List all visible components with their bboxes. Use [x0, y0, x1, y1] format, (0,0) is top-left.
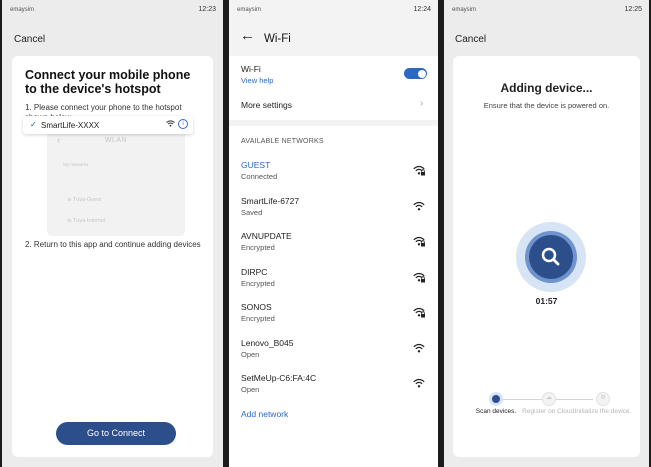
wifi-icon — [413, 201, 426, 214]
network-status: Encrypted — [241, 314, 275, 323]
power-hint: Ensure that the device is powered on. — [483, 101, 610, 110]
network-name: AVNUPDATE — [241, 231, 292, 241]
step-init-label: Initialize the device. — [574, 408, 632, 415]
network-status: Open — [241, 349, 260, 359]
wifi-lock-icon — [413, 236, 426, 249]
page-title: Adding device... — [500, 81, 593, 95]
wifi-icon — [413, 378, 426, 391]
network-status: Open — [241, 385, 260, 394]
wifi-settings-screen: emaysim 12:24 ← Wi-Fi Wi-Fi View help Mo… — [229, 0, 438, 467]
search-icon — [541, 247, 560, 266]
step-scan-label: Scan devices. — [475, 408, 517, 415]
wifi-settings-card: Wi-Fi View help More settings › — [229, 56, 438, 120]
cancel-button[interactable]: Cancel — [455, 34, 486, 45]
cancel-button[interactable]: Cancel — [14, 34, 45, 45]
step-scan-indicator — [489, 392, 503, 406]
wifi-toggle-label: Wi-Fi — [241, 64, 261, 74]
network-status: Connected — [241, 172, 278, 181]
status-bar: emaysim 12:23 — [2, 0, 223, 18]
wifi-lock-icon — [413, 307, 426, 320]
other-network-name: Tuya-Guest — [73, 197, 102, 203]
carrier-label: emaysim — [10, 7, 35, 13]
page-title: Wi-Fi — [264, 33, 291, 45]
network-list: AVAILABLE NETWORKS Add network GUEST Conn… — [229, 126, 438, 467]
step-cloud-indicator: ☁ — [542, 392, 556, 406]
gear-icon: ⚙ — [600, 395, 606, 401]
carrier-label: emaysim — [452, 7, 477, 13]
adding-device-screen: emaysim 12:25 Cancel Adding device... En… — [444, 0, 649, 467]
carrier-label: emaysim — [237, 7, 262, 13]
wifi-icon — [413, 343, 426, 356]
wlan-illustration: ‹ WLAN My networks ≋ Tuya-Guest ≋ Tuya-I… — [47, 129, 185, 236]
wlan-header: WLAN — [104, 137, 128, 144]
network-status: Encrypted — [241, 278, 275, 288]
more-settings-item[interactable]: More settings — [241, 100, 292, 110]
wifi-lock-icon — [413, 272, 426, 285]
network-name: DIRPC — [241, 266, 268, 277]
adding-device-card: Adding device... Ensure that the device … — [453, 56, 640, 457]
wifi-icon — [166, 120, 175, 129]
step-init-indicator: ⚙ — [596, 392, 610, 406]
my-networks-label: My networks — [63, 162, 89, 167]
available-networks-header: AVAILABLE NETWORKS — [241, 138, 324, 145]
network-name: SetMeUp-C6:FA:4C — [241, 373, 317, 383]
info-icon: i — [178, 119, 188, 129]
selected-ssid: SmartLife-XXXX — [41, 121, 100, 130]
chevron-right-icon: › — [420, 98, 424, 109]
wifi-toggle[interactable] — [404, 68, 427, 79]
network-name: GUEST — [241, 160, 271, 170]
countdown-timer: 01:57 — [535, 296, 558, 306]
back-arrow-icon[interactable]: ← — [240, 27, 255, 44]
go-to-connect-button[interactable]: Go to Connect — [56, 422, 176, 445]
network-name: Lenovo_B045 — [241, 337, 294, 348]
wifi-lock-icon — [413, 165, 426, 178]
selected-network-row: ✓ SmartLife-XXXX i — [23, 116, 193, 134]
network-name: SONOS — [241, 302, 272, 312]
other-network: ≋ Tuya-Internet — [67, 218, 106, 224]
network-status: Saved — [241, 207, 263, 217]
other-network-name: Tuya-Internet — [73, 218, 106, 224]
network-status: Encrypted — [241, 243, 275, 252]
check-icon: ✓ — [30, 120, 37, 129]
view-help-link[interactable]: View help — [241, 76, 273, 85]
other-network: ≋ Tuya-Guest — [67, 197, 102, 203]
cloud-icon: ☁ — [546, 395, 552, 401]
clock: 12:23 — [198, 6, 216, 13]
connect-hotspot-screen: emaysim 12:23 Cancel Connect your mobile… — [2, 0, 223, 467]
status-bar: emaysim 12:24 — [229, 0, 438, 18]
step-cloud-label: Register on Cloud. — [522, 408, 576, 415]
clock: 12:24 — [413, 6, 431, 13]
clock: 12:25 — [624, 6, 642, 13]
network-name: SmartLife-6727 — [241, 195, 300, 206]
scanning-indicator — [516, 222, 586, 292]
step-two-text: 2. Return to this app and continue addin… — [25, 240, 201, 249]
status-bar: emaysim 12:25 — [444, 0, 649, 18]
page-title: Connect your mobile phone to the device'… — [25, 68, 191, 96]
add-network-link[interactable]: Add network — [241, 409, 288, 419]
